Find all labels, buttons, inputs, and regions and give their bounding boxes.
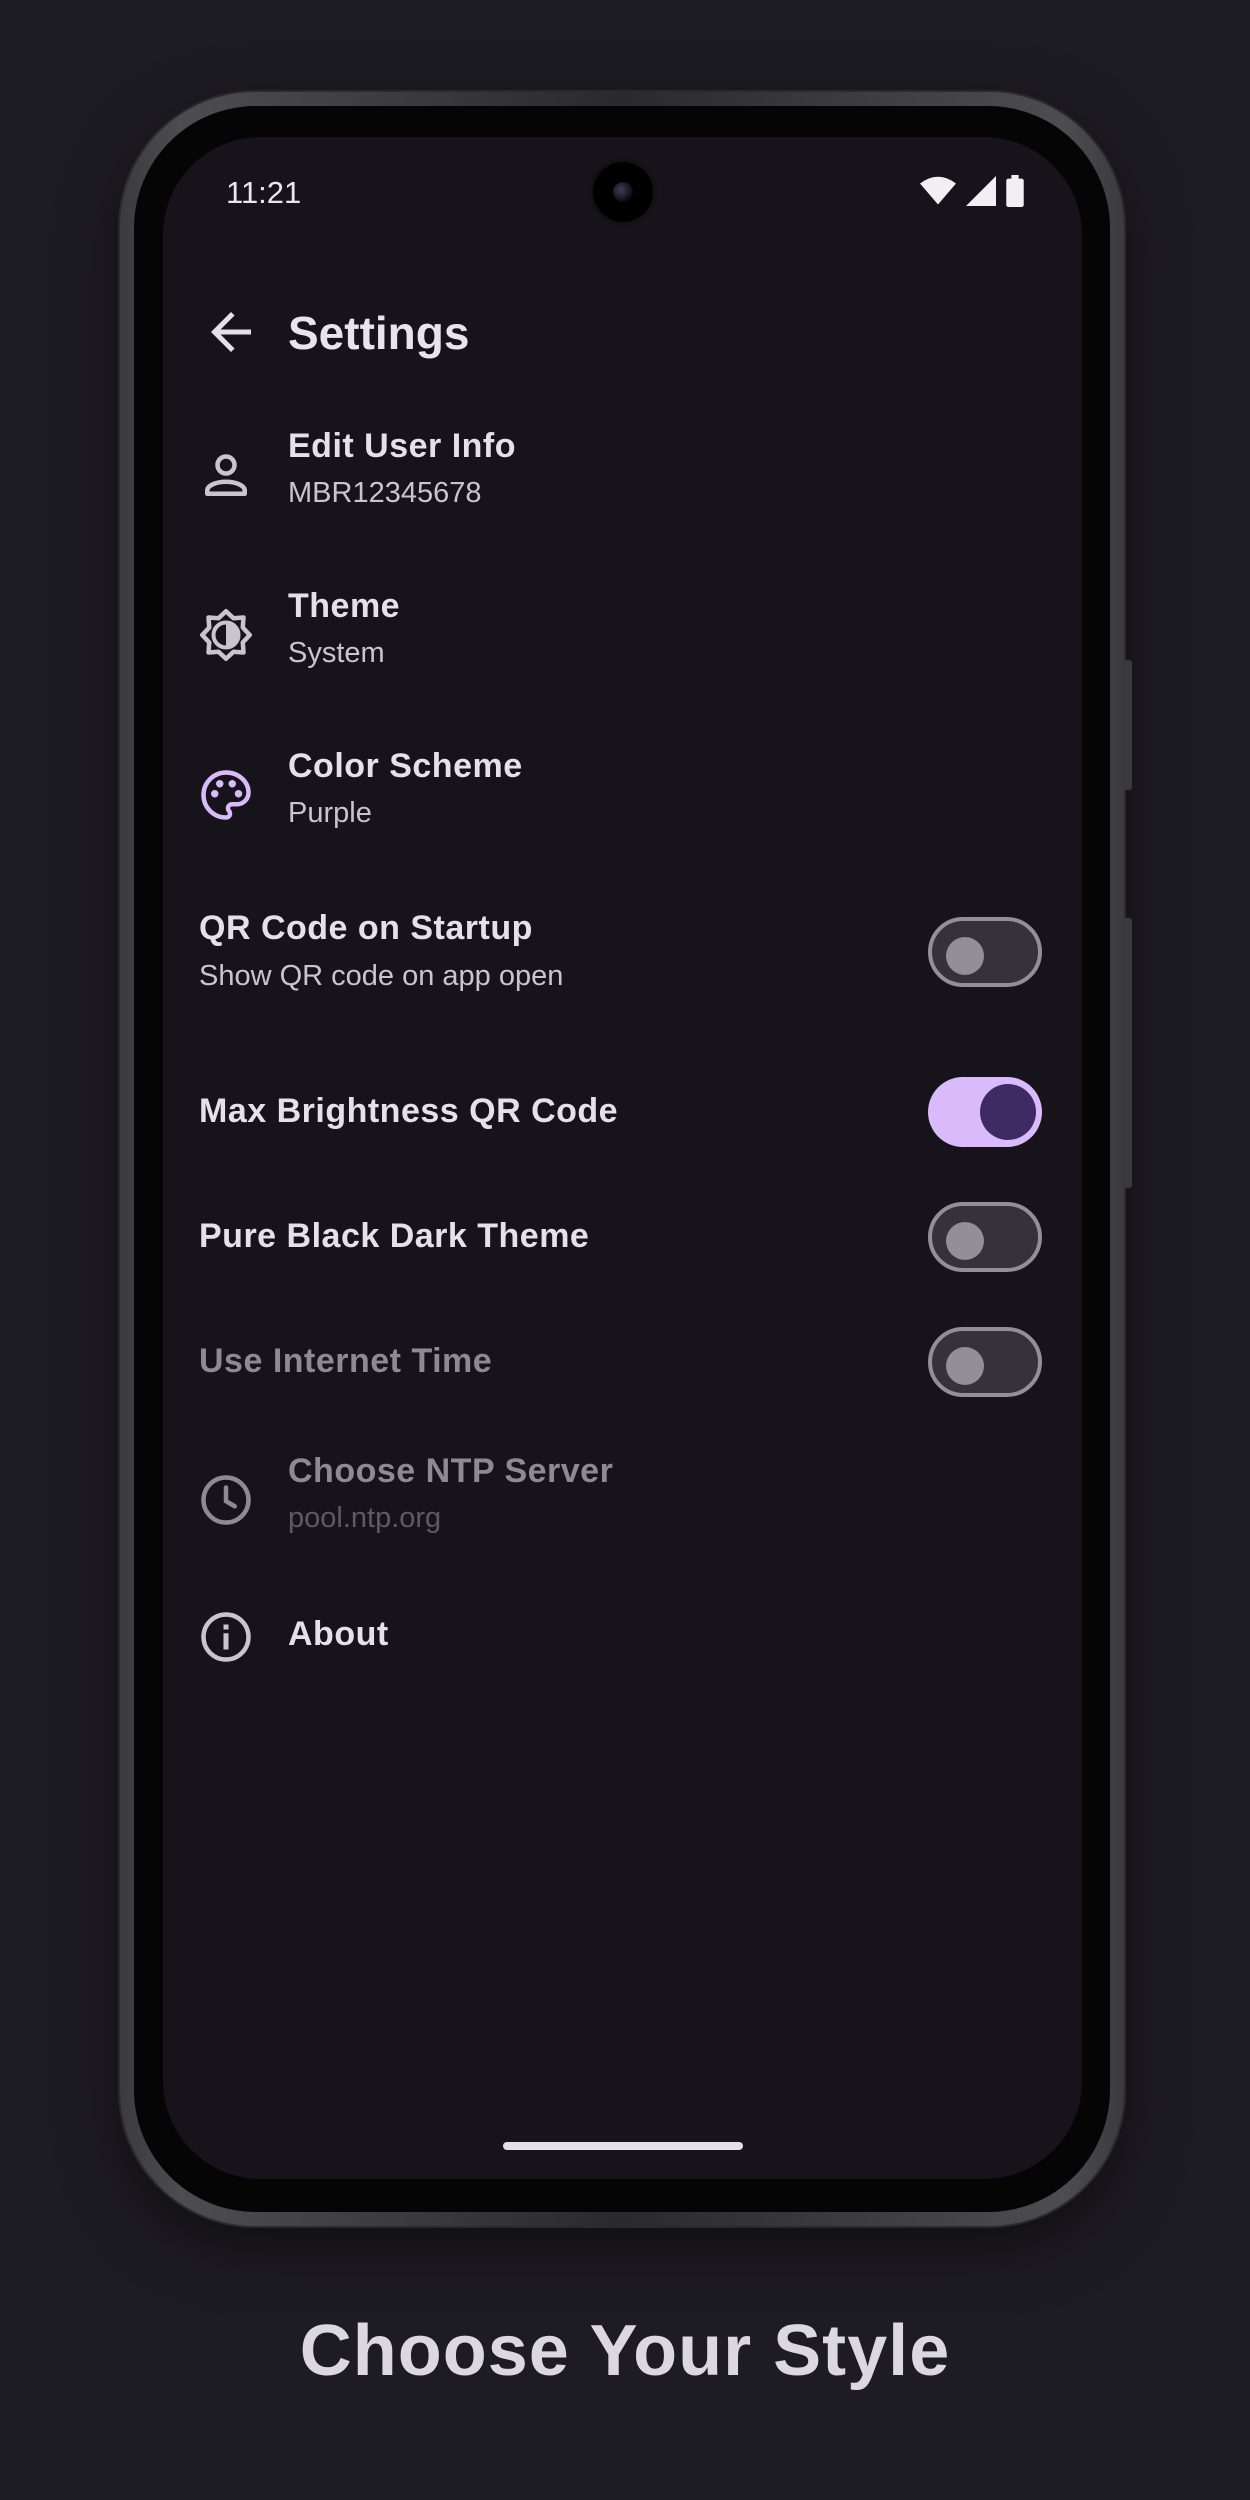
phone-screen: 11:21 Settings Edit User Info MBR1234567… [163,137,1082,2179]
ntp-server-value: pool.ntp.org [288,1502,442,1534]
status-bar: 11:21 [163,137,1082,247]
signal-icon [966,176,996,206]
setting-max-brightness[interactable]: Max Brightness QR Code [163,1062,1082,1162]
status-time: 11:21 [226,175,302,210]
gesture-nav-bar[interactable] [503,2142,743,2150]
clock-icon [201,1475,251,1525]
qr-startup-label: QR Code on Startup [199,909,533,947]
edit-user-info-value: MBR12345678 [288,477,482,509]
app-bar: Settings [163,282,1082,382]
theme-value: System [288,637,385,669]
pure-black-label: Pure Black Dark Theme [199,1217,590,1255]
setting-internet-time[interactable]: Use Internet Time [163,1312,1082,1412]
max-brightness-toggle[interactable] [928,1077,1042,1147]
page-title: Settings [288,307,470,359]
qr-startup-description: Show QR code on app open [199,960,564,992]
promo-tagline: Choose Your Style [299,2311,951,2391]
battery-icon [1006,175,1024,207]
setting-color-scheme[interactable]: Color Scheme Purple [163,737,1082,857]
color-scheme-label: Color Scheme [288,747,523,785]
toggle-knob [946,1222,984,1260]
setting-pure-black[interactable]: Pure Black Dark Theme [163,1187,1082,1287]
theme-label: Theme [288,587,401,625]
about-label: About [288,1615,389,1653]
toggle-knob [946,1347,984,1385]
setting-qr-startup[interactable]: QR Code on Startup Show QR code on app o… [163,897,1082,1017]
wifi-icon [920,176,956,205]
max-brightness-label: Max Brightness QR Code [199,1092,619,1130]
internet-time-label: Use Internet Time [199,1342,493,1380]
volume-button [1122,660,1132,790]
brightness-icon [200,609,252,661]
setting-edit-user-info[interactable]: Edit User Info MBR12345678 [163,417,1082,537]
palette-icon [201,770,251,820]
setting-theme[interactable]: Theme System [163,577,1082,697]
front-camera [593,162,653,222]
arrow-back-icon[interactable] [201,302,261,362]
color-scheme-value: Purple [288,797,372,829]
edit-user-info-label: Edit User Info [288,427,517,465]
power-button [1122,918,1132,1188]
toggle-knob [980,1084,1036,1140]
setting-about[interactable]: About [163,1587,1082,1687]
toggle-knob [946,937,984,975]
internet-time-toggle[interactable] [928,1327,1042,1397]
status-icons [920,175,1024,207]
setting-ntp-server[interactable]: Choose NTP Server pool.ntp.org [163,1442,1082,1562]
info-icon [201,1612,251,1662]
qr-startup-toggle[interactable] [928,917,1042,987]
person-icon [205,454,247,496]
ntp-server-label: Choose NTP Server [288,1452,614,1490]
pure-black-toggle[interactable] [928,1202,1042,1272]
